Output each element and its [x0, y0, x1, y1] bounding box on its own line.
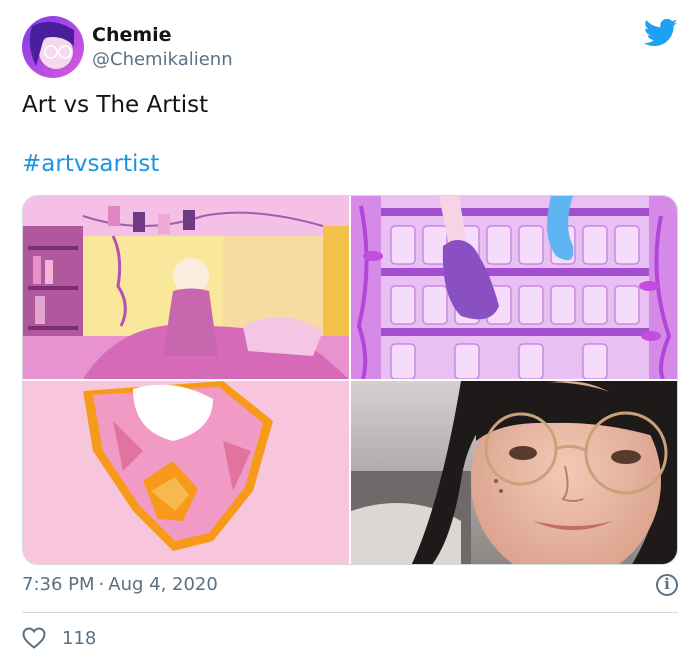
artwork-bedroom-image: [23, 196, 349, 379]
avatar-image: [22, 16, 84, 78]
media-shelf[interactable]: [351, 196, 677, 379]
tweet-date: Aug 4, 2020: [108, 574, 218, 595]
author-handle[interactable]: @Chemikalienn: [92, 49, 233, 70]
artwork-shelf-image: [351, 196, 677, 379]
heart-icon: [22, 627, 46, 649]
tweet-text: Art vs The Artist: [22, 92, 209, 118]
media-selfie[interactable]: [351, 381, 677, 564]
divider: [22, 612, 678, 613]
like-count: 118: [62, 628, 97, 649]
tweet-timestamp[interactable]: 7:36 PM · Aug 4, 2020: [22, 574, 218, 595]
artist-selfie-image: [351, 381, 677, 564]
author-name[interactable]: Chemie: [92, 24, 172, 46]
tweet-header: Chemie @Chemikalienn: [22, 16, 678, 80]
meta-separator: ·: [98, 574, 105, 595]
media-bedroom[interactable]: [23, 196, 349, 379]
info-glyph: i: [664, 575, 670, 593]
media-heart[interactable]: [23, 381, 349, 564]
hashtag-link[interactable]: #artvsartist: [22, 151, 159, 177]
twitter-bird-icon[interactable]: [643, 18, 678, 48]
avatar[interactable]: [22, 16, 84, 78]
artwork-heart-image: [23, 381, 349, 564]
media-grid: [22, 195, 678, 565]
tweet-time: 7:36 PM: [22, 574, 95, 595]
info-icon[interactable]: i: [656, 574, 678, 596]
tweet-card: Chemie @Chemikalienn Art vs The Artist #…: [0, 0, 700, 667]
